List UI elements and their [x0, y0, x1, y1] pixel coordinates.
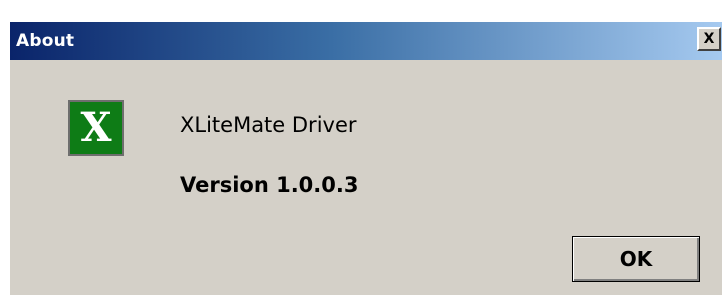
title-bar[interactable]: About X	[10, 22, 722, 60]
version-text: Version 1.0.0.3	[180, 173, 359, 197]
close-button[interactable]: X	[697, 27, 721, 51]
app-icon: X	[68, 100, 124, 156]
dialog-title: About	[16, 31, 75, 51]
app-icon-glyph: X	[80, 104, 112, 151]
close-icon: X	[703, 31, 715, 47]
product-name: XLiteMate Driver	[180, 113, 357, 137]
about-dialog: About X X XLiteMate Driver Version 1.0.0…	[8, 20, 722, 295]
ok-button[interactable]: OK	[572, 236, 700, 282]
